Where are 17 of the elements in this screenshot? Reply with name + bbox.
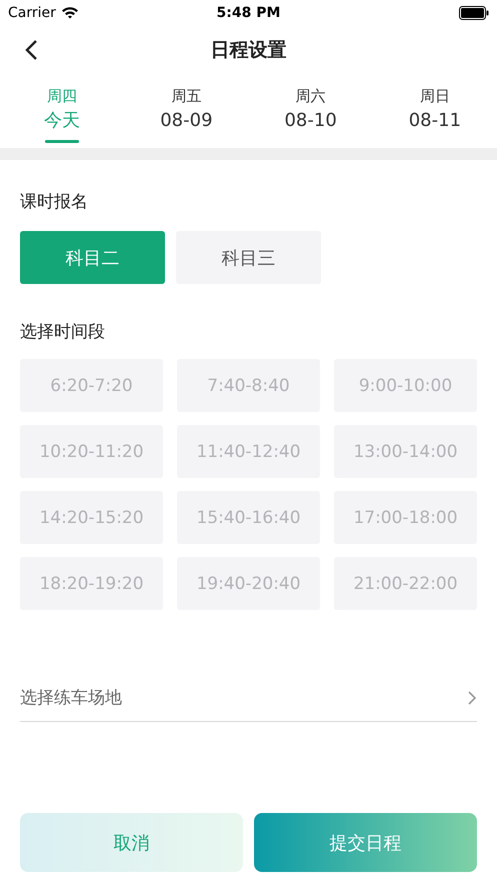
section-label: 课时报名 — [20, 191, 88, 213]
cancel-button[interactable]: 取消 — [20, 813, 243, 872]
battery-icon — [458, 6, 489, 20]
submit-button[interactable]: 提交日程 — [254, 813, 477, 872]
wifi-icon — [60, 6, 79, 19]
venue-picker[interactable]: 选择练车场地 — [20, 674, 477, 722]
subject-option[interactable]: 科目三 — [176, 231, 321, 284]
day-tab[interactable]: 周五 08-09 — [124, 85, 248, 148]
clock-time: 5:48 PM — [216, 4, 280, 20]
chevron-right-icon — [467, 690, 477, 706]
subject-option[interactable]: 科目二 — [20, 231, 165, 284]
day-tab[interactable]: 周日 08-11 — [372, 85, 497, 148]
day-tab[interactable]: 周四 今天 — [0, 85, 124, 148]
page-title: 日程设置 — [210, 38, 286, 63]
day-tab[interactable]: 周六 08-10 — [248, 85, 373, 148]
carrier-label: Carrier — [8, 4, 56, 20]
section-label: 选择时间段 — [20, 321, 105, 343]
